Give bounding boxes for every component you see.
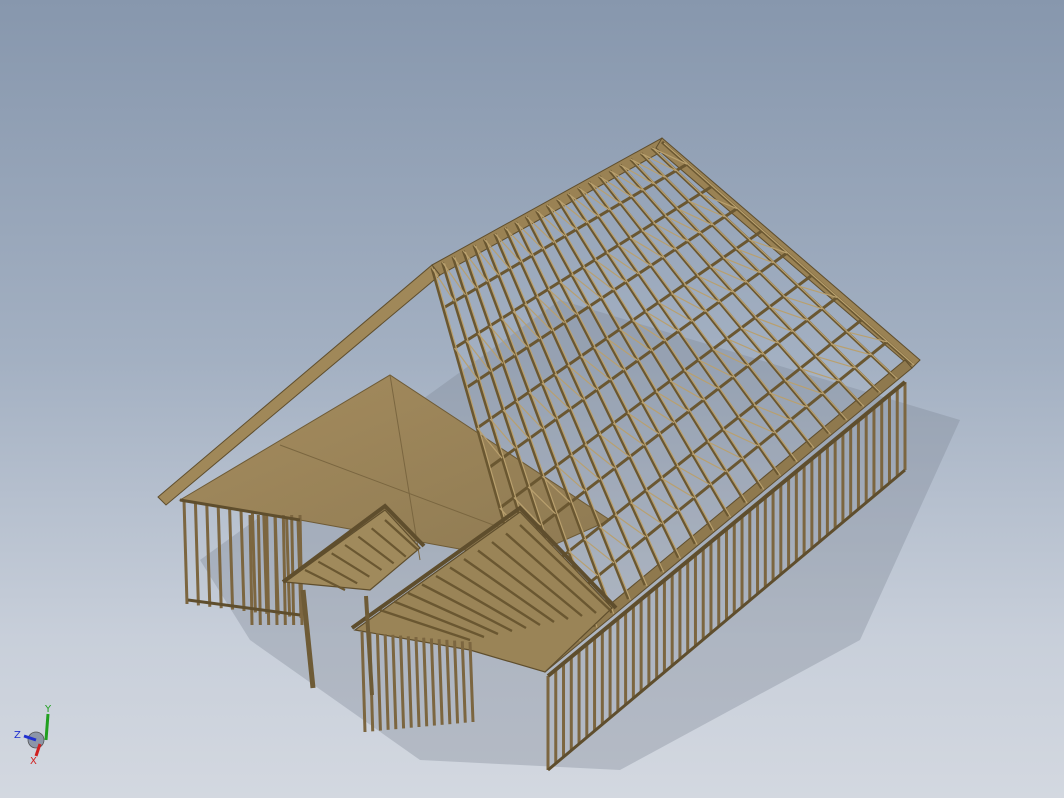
triad-y-label: Y bbox=[44, 704, 52, 715]
stud bbox=[193, 501, 200, 606]
web bbox=[504, 227, 533, 257]
web bbox=[641, 229, 676, 250]
stud bbox=[265, 514, 271, 626]
web bbox=[664, 215, 701, 234]
triad-y-axis bbox=[44, 713, 50, 741]
web bbox=[515, 221, 544, 250]
triad-x-label: X bbox=[30, 756, 37, 767]
web bbox=[494, 233, 522, 263]
stud bbox=[273, 514, 279, 626]
web bbox=[629, 237, 664, 259]
web bbox=[594, 259, 627, 283]
web bbox=[676, 207, 713, 226]
3d-viewport[interactable] bbox=[0, 0, 1064, 798]
stud bbox=[216, 505, 223, 609]
web bbox=[525, 216, 555, 244]
stud bbox=[281, 514, 287, 626]
view-orientation-triad[interactable]: Y Z X bbox=[12, 700, 62, 770]
web bbox=[606, 252, 639, 275]
web bbox=[618, 244, 652, 267]
triad-z-label: Z bbox=[14, 730, 21, 741]
stud bbox=[182, 499, 189, 605]
web bbox=[688, 200, 725, 218]
stud bbox=[205, 503, 212, 607]
web bbox=[653, 222, 688, 242]
stud bbox=[290, 514, 296, 626]
